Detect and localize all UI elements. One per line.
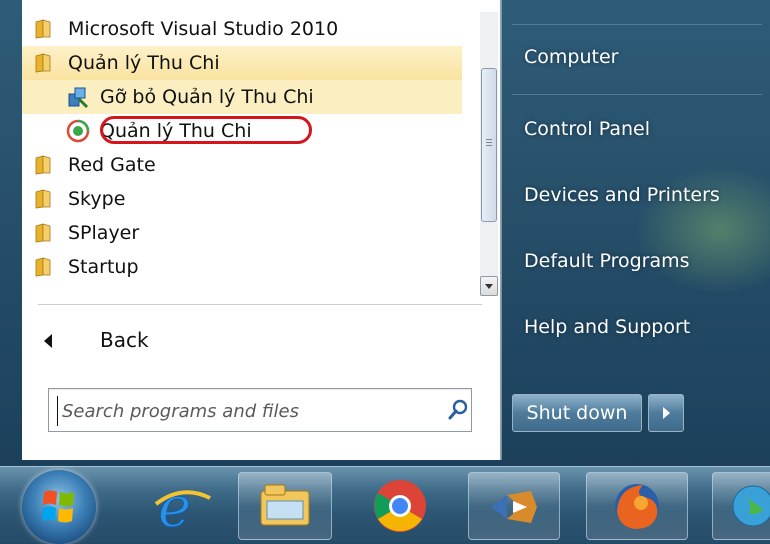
devices-and-printers-link[interactable]: Devices and Printers <box>524 184 720 206</box>
folder-open-icon <box>35 53 51 73</box>
control-panel-link[interactable]: Control Panel <box>524 118 650 140</box>
windows-logo-icon <box>42 490 74 523</box>
all-programs-list: Microsoft Visual Studio 2010 Quản lý Thu… <box>22 12 462 284</box>
scroll-down-button[interactable] <box>480 276 498 296</box>
start-button[interactable] <box>22 470 96 544</box>
folder-icon <box>35 19 51 39</box>
program-label: Microsoft Visual Studio 2010 <box>68 18 339 40</box>
back-label: Back <box>100 328 149 352</box>
red-circle-annotation <box>100 116 312 144</box>
program-quan-ly-thu-chi-app[interactable]: Quản lý Thu Chi <box>22 114 462 148</box>
program-label: SPlayer <box>68 222 140 244</box>
search-icon[interactable] <box>447 399 469 421</box>
taskbar-button-explorer[interactable] <box>238 472 332 540</box>
program-label: Skype <box>68 188 126 210</box>
grip-icon <box>486 139 492 140</box>
back-arrow-icon <box>44 334 52 348</box>
taskbar-button-visual-studio[interactable] <box>468 472 560 540</box>
default-programs-link[interactable]: Default Programs <box>524 250 690 272</box>
program-folder-visual-studio[interactable]: Microsoft Visual Studio 2010 <box>22 12 462 46</box>
shut-down-options-button[interactable] <box>648 394 684 432</box>
program-label: Startup <box>68 256 139 278</box>
help-and-support-link[interactable]: Help and Support <box>524 316 690 338</box>
folder-icon <box>35 257 51 277</box>
taskbar-button-firefox[interactable] <box>586 472 688 540</box>
divider <box>38 304 482 305</box>
svg-text:e: e <box>158 478 191 534</box>
program-label: Quản lý Thu Chi <box>68 52 220 74</box>
uninstall-icon <box>68 87 89 109</box>
chrome-icon[interactable] <box>370 476 430 536</box>
right-divider <box>512 24 762 25</box>
internet-explorer-icon[interactable]: e <box>150 475 214 541</box>
folder-icon <box>35 189 51 209</box>
computer-link[interactable]: Computer <box>524 46 618 68</box>
scrollbar-thumb[interactable] <box>481 68 497 222</box>
windows-explorer-icon <box>260 484 310 526</box>
back-button[interactable]: Back <box>22 320 462 360</box>
search-box[interactable] <box>48 388 472 432</box>
visual-studio-icon <box>491 491 537 523</box>
taskbar-button-network[interactable] <box>712 472 770 540</box>
firefox-icon <box>615 484 659 529</box>
programs-scrollbar[interactable] <box>480 12 498 296</box>
search-input[interactable] <box>57 396 424 426</box>
program-folder-splayer[interactable]: SPlayer <box>22 216 462 250</box>
program-folder-startup[interactable]: Startup <box>22 250 462 284</box>
shut-down-button[interactable]: Shut down <box>512 394 642 432</box>
program-folder-red-gate[interactable]: Red Gate <box>22 148 462 182</box>
program-folder-quan-ly-thu-chi[interactable]: Quản lý Thu Chi <box>22 46 462 80</box>
network-globe-icon <box>732 485 770 527</box>
app-icon <box>66 119 90 143</box>
program-label: Gỡ bỏ Quản lý Thu Chi <box>100 86 314 108</box>
program-folder-skype[interactable]: Skype <box>22 182 462 216</box>
folder-icon <box>35 155 51 175</box>
program-uninstall-quan-ly-thu-chi[interactable]: Gỡ bỏ Quản lý Thu Chi <box>22 80 462 114</box>
program-label: Red Gate <box>68 154 156 176</box>
folder-icon <box>35 223 51 243</box>
start-menu-programs-pane: Microsoft Visual Studio 2010 Quản lý Thu… <box>22 0 501 460</box>
right-divider <box>512 94 762 95</box>
